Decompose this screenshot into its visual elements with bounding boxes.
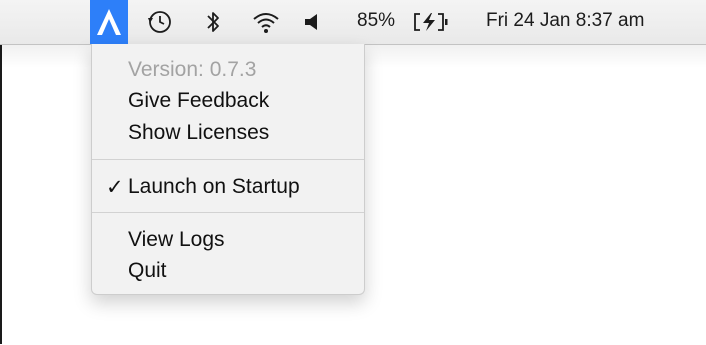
quit-menu-item[interactable]: Quit: [128, 259, 167, 283]
version-label: Version: 0.7.3: [128, 58, 257, 81]
clock[interactable]: Fri 24 Jan 8:37 am: [486, 10, 644, 32]
menu-bar: 85% Fri 24 Jan 8:37 am: [0, 0, 706, 45]
checkmark-icon: ✓: [106, 176, 124, 199]
give-feedback-menu-item[interactable]: Give Feedback: [128, 89, 269, 113]
view-logs-menu-item[interactable]: View Logs: [128, 228, 225, 252]
wifi-icon[interactable]: [249, 8, 283, 36]
battery-percentage[interactable]: 85%: [357, 10, 395, 32]
show-licenses-menu-item[interactable]: Show Licenses: [128, 121, 269, 145]
menu-separator: [92, 212, 364, 213]
letter-a-app-icon: [97, 9, 121, 35]
bluetooth-icon[interactable]: [202, 8, 224, 36]
time-machine-icon[interactable]: [145, 8, 175, 36]
launch-on-startup-menu-item[interactable]: Launch on Startup: [128, 175, 300, 199]
app-dropdown-menu: Version: 0.7.3 Give Feedback Show Licens…: [91, 44, 365, 295]
menu-separator: [92, 159, 364, 160]
volume-icon[interactable]: [300, 8, 324, 36]
app-status-item[interactable]: [90, 0, 128, 44]
battery-charging-icon[interactable]: [410, 8, 454, 36]
